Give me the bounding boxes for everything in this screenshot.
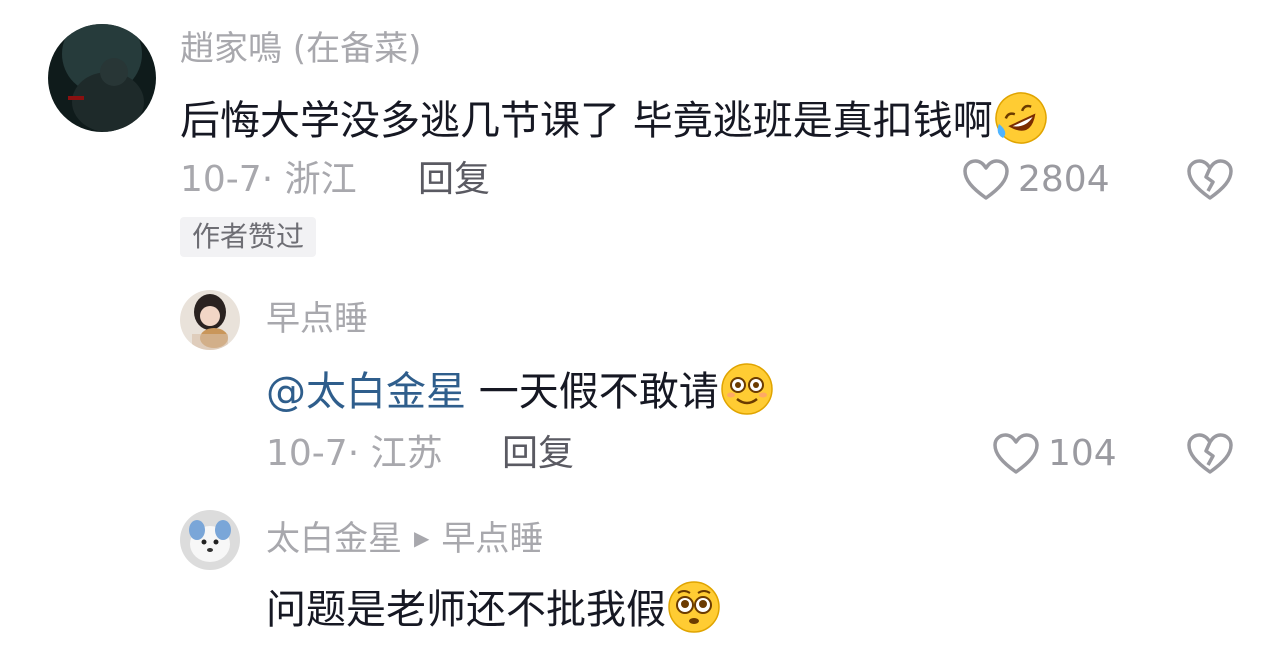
comment-text-body: 后悔大学没多逃几节课了 毕竟逃班是真扣钱啊 — [180, 98, 993, 144]
reply-button[interactable]: 回复 — [502, 436, 574, 472]
broken-heart-icon[interactable] — [1186, 158, 1234, 202]
like-count: 2804 — [1018, 159, 1110, 200]
avatar[interactable] — [48, 24, 156, 132]
avatar[interactable] — [180, 510, 240, 570]
like-button[interactable]: 2804 — [962, 158, 1110, 202]
comment-username[interactable]: 趙家鳴 (在备菜) — [180, 32, 421, 66]
comment-text-body: 一天假不敢请 — [466, 369, 719, 415]
like-button[interactable]: 104 — [992, 432, 1117, 476]
comment-username-line: 太白金星 ▶ 早点睡 — [266, 522, 543, 556]
pleading-face-icon — [666, 579, 722, 635]
heart-icon — [963, 159, 1009, 200]
avatar[interactable] — [180, 290, 240, 350]
broken-heart-icon[interactable] — [1186, 432, 1234, 476]
comment-text: 后悔大学没多逃几节课了 毕竟逃班是真扣钱啊 — [180, 92, 1049, 151]
reply-arrow-icon: ▶ — [414, 526, 430, 550]
comment-username[interactable]: 太白金星 — [266, 519, 402, 559]
comment-username[interactable]: 早点睡 — [266, 302, 368, 336]
reply-button[interactable]: 回复 — [418, 162, 490, 198]
reply-to-username[interactable]: 早点睡 — [441, 519, 543, 559]
heart-icon — [993, 433, 1039, 474]
comment-text-body: 问题是老师还不批我假 — [266, 587, 666, 633]
comment-text: 问题是老师还不批我假 — [266, 581, 722, 640]
flushed-smile-icon — [719, 361, 775, 417]
comment-text: @太白金星 一天假不敢请 — [266, 363, 775, 422]
like-count: 104 — [1048, 433, 1117, 474]
comment-date-location: 10-7· 江苏 — [266, 433, 443, 474]
author-liked-badge: 作者赞过 — [180, 217, 317, 257]
mention-link[interactable]: @太白金星 — [266, 369, 466, 415]
rolling-on-floor-laughing-icon — [993, 90, 1049, 146]
comment-date-location: 10-7· 浙江 — [180, 159, 357, 200]
